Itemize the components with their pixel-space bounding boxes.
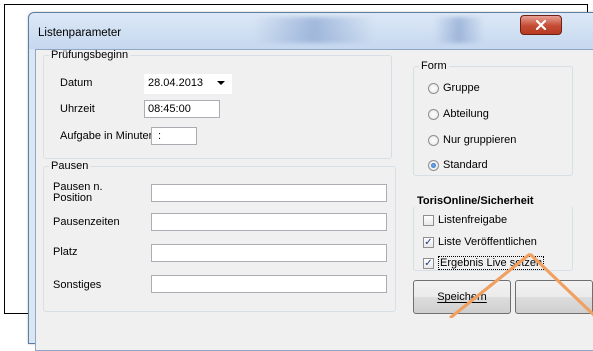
arrow-icon — [449, 252, 593, 318]
annotation-arrow — [449, 252, 593, 318]
